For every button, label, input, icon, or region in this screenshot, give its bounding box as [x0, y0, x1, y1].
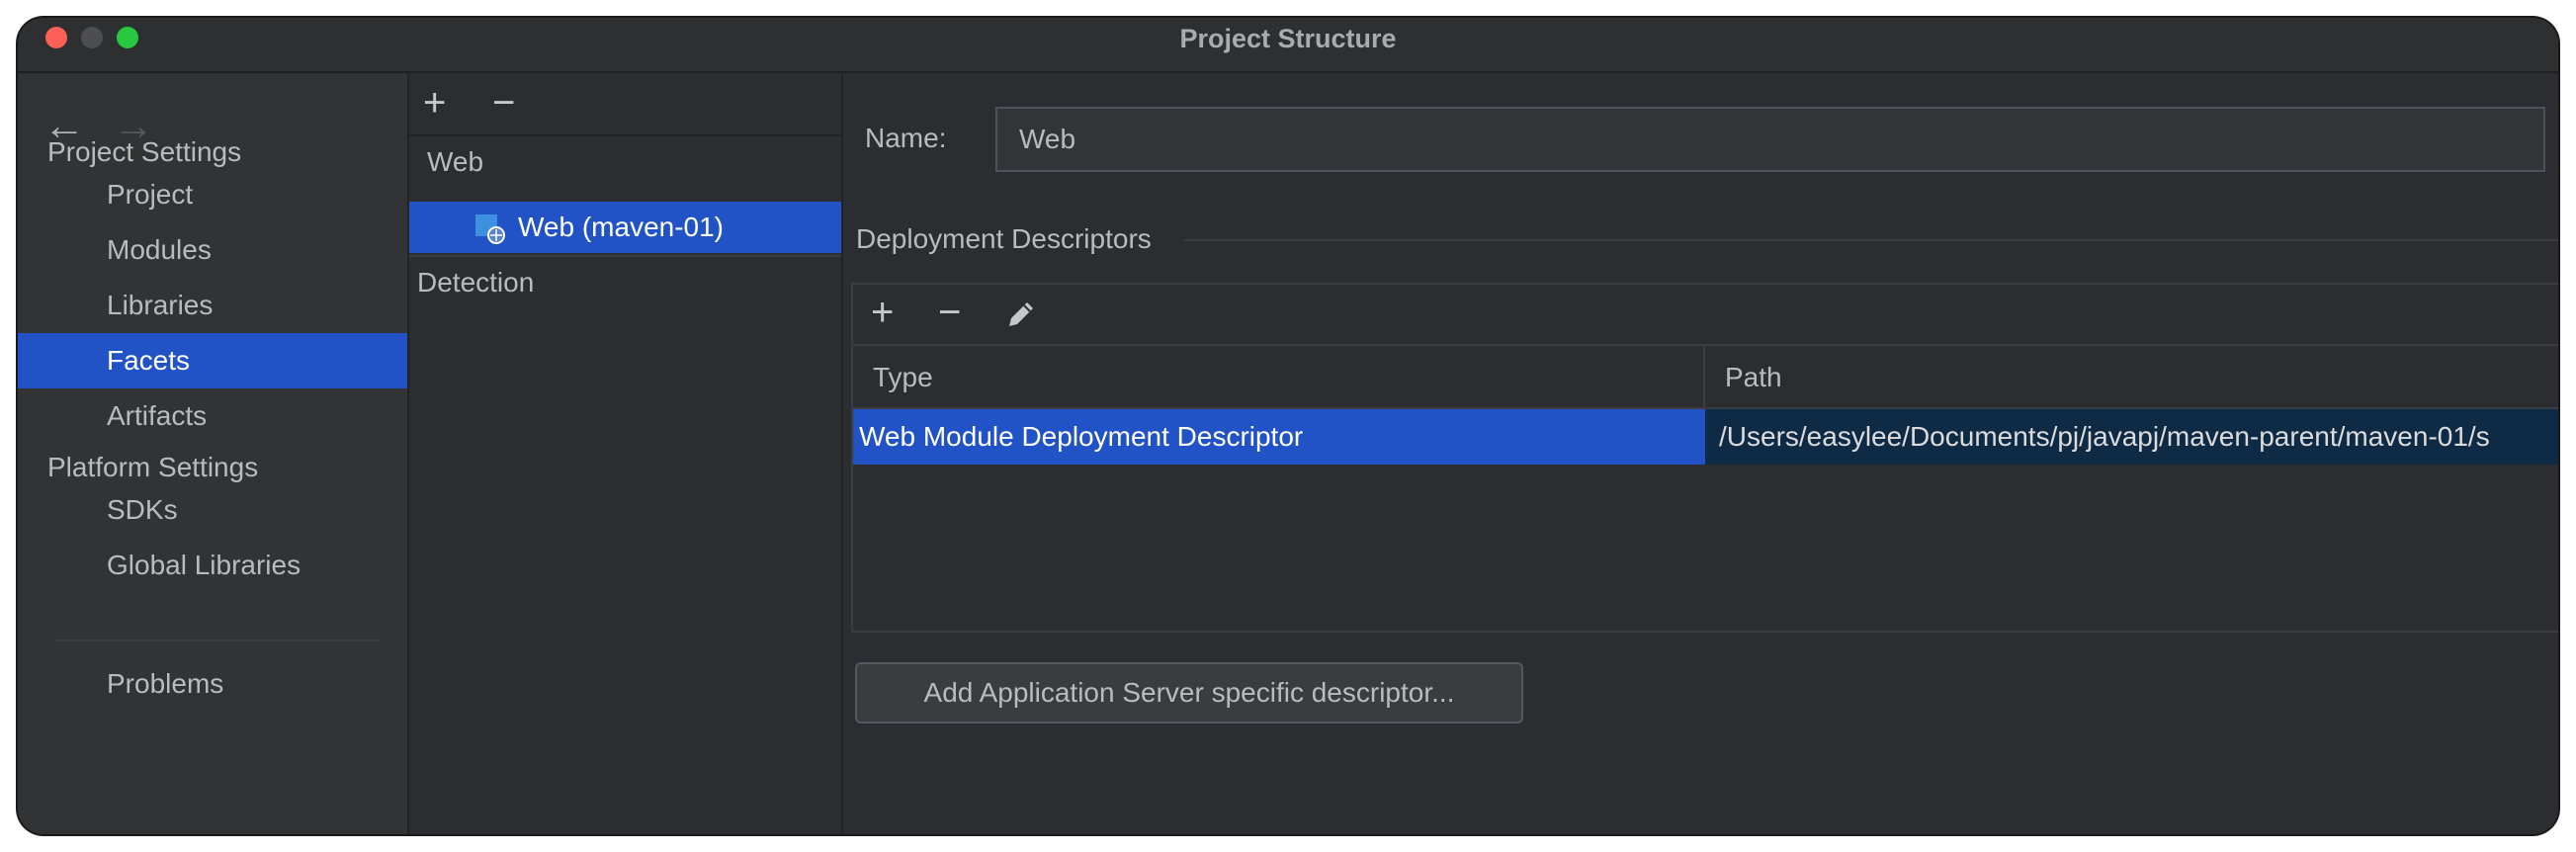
facets-tree-panel: + − Web Web (maven-01) Detection [409, 73, 843, 834]
add-facet-plus-icon[interactable]: + [423, 83, 446, 123]
sidebar-item-artifacts[interactable]: Artifacts [18, 388, 407, 444]
tree-item-detection[interactable]: Detection [409, 255, 841, 306]
sidebar-item-facets[interactable]: Facets [18, 333, 407, 388]
facet-detail-panel: Name: Web Deployment Descriptors + − Typ… [843, 73, 2558, 834]
sidebar-divider [55, 639, 382, 641]
tree-group-web[interactable]: Web [409, 136, 841, 188]
deployment-descriptors-heading: Deployment Descriptors [856, 223, 1152, 254]
sidebar-item-project[interactable]: Project [18, 167, 407, 222]
sidebar-item-sdks[interactable]: SDKs [18, 482, 407, 538]
name-field[interactable]: Web [995, 107, 2545, 172]
column-header-path[interactable]: Path [1705, 346, 2558, 409]
table-row-path-cell[interactable]: /Users/easylee/Documents/pj/javapj/maven… [1705, 409, 2558, 465]
platform-settings-heading: Platform Settings [47, 452, 259, 482]
remove-descriptor-minus-icon[interactable]: − [938, 293, 961, 332]
deployment-descriptors-table: + − Type Path Web Module Deployment Desc… [851, 283, 2558, 633]
project-settings-heading: Project Settings [47, 136, 242, 167]
add-server-descriptor-button[interactable]: Add Application Server specific descript… [855, 662, 1523, 724]
facets-toolbar: + − [409, 73, 841, 136]
web-facet-icon [475, 214, 505, 244]
title-bar: Project Structure [18, 18, 2558, 73]
tree-item-web-maven-01[interactable]: Web (maven-01) [409, 202, 841, 253]
table-row-type-cell[interactable]: Web Module Deployment Descriptor [853, 409, 1705, 465]
remove-facet-minus-icon[interactable]: − [492, 83, 515, 123]
section-divider [1184, 239, 2558, 241]
descriptors-toolbar: + − [853, 285, 2558, 346]
column-header-type[interactable]: Type [853, 346, 1705, 409]
edit-pencil-icon[interactable] [1003, 297, 1039, 332]
tree-item-label: Web (maven-01) [518, 212, 725, 242]
name-label: Name: [865, 123, 947, 153]
sidebar-item-problems[interactable]: Problems [18, 656, 407, 712]
sidebar-item-modules[interactable]: Modules [18, 222, 407, 278]
settings-sidebar: ← → Project Settings Project Modules Lib… [18, 73, 409, 834]
sidebar-item-libraries[interactable]: Libraries [18, 278, 407, 333]
sidebar-item-global-libraries[interactable]: Global Libraries [18, 538, 407, 593]
window-title: Project Structure [1179, 24, 1397, 53]
project-structure-window: Project Structure ← → Project Settings P… [18, 18, 2558, 834]
add-descriptor-plus-icon[interactable]: + [871, 293, 894, 332]
